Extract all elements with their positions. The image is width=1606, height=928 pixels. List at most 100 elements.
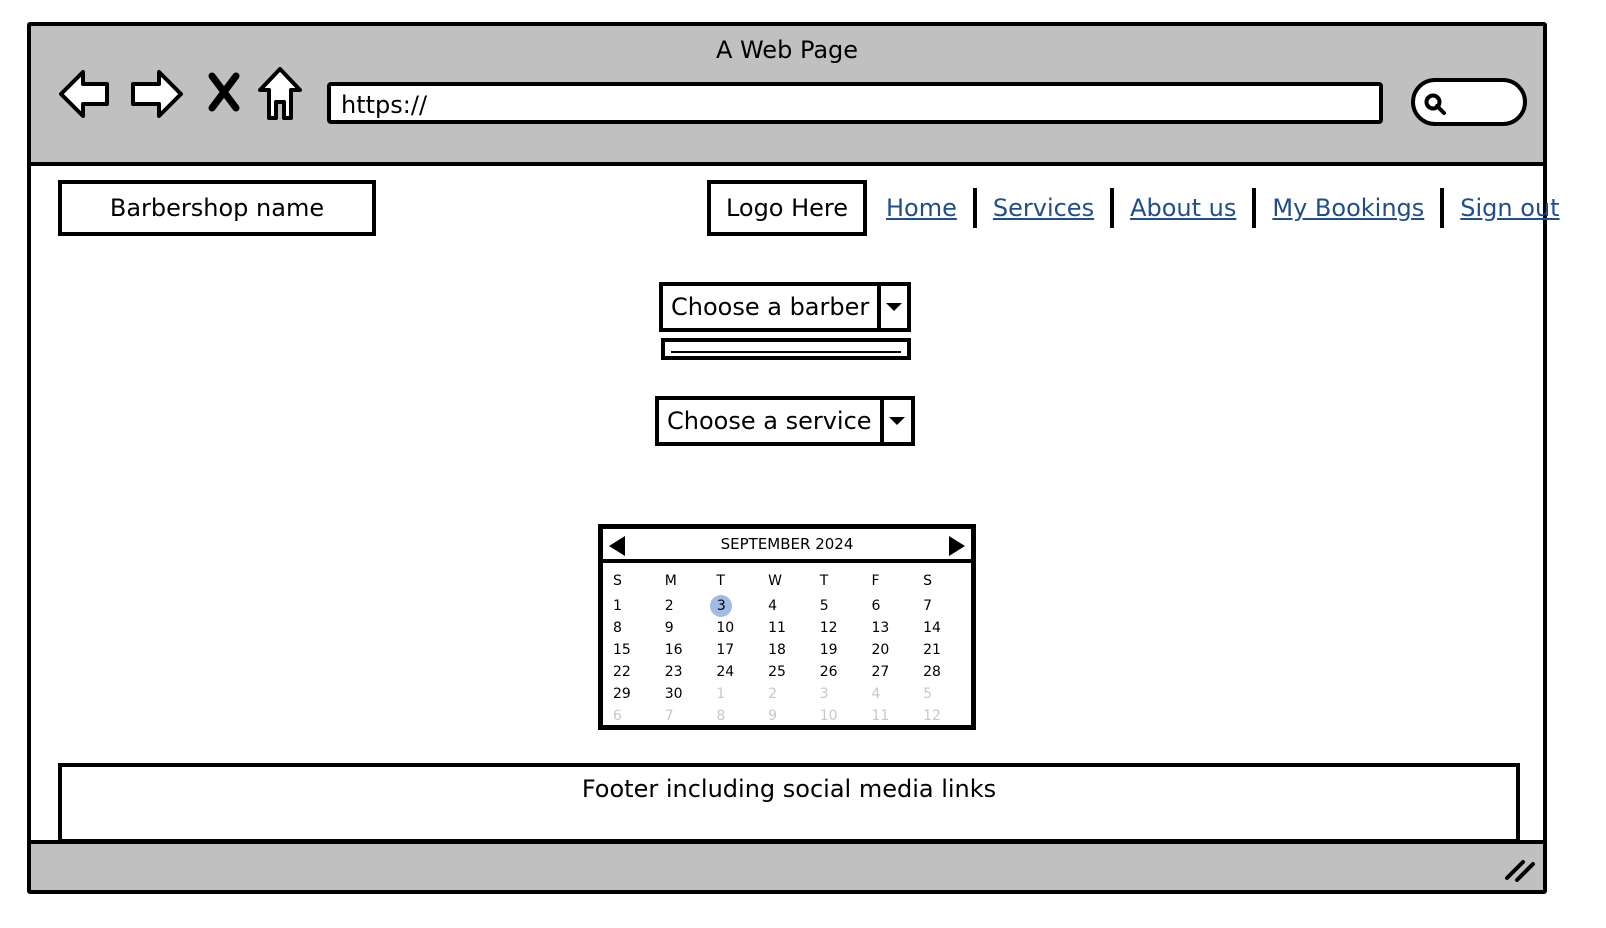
calendar-day[interactable]: 17 [710, 642, 762, 658]
calendar-day-selected[interactable]: 3 [710, 595, 762, 617]
stop-icon[interactable] [207, 72, 241, 112]
calendar-weekday-row: SMTWTFS [607, 567, 969, 595]
calendar-day[interactable]: 13 [865, 620, 917, 636]
next-month-icon[interactable] [947, 535, 967, 557]
barber-select-label: Choose a barber [671, 293, 870, 321]
calendar-day-number: 5 [923, 686, 933, 702]
calendar-day[interactable]: 10 [710, 620, 762, 636]
logo-text: Logo Here [725, 194, 849, 222]
back-arrow-icon[interactable] [57, 68, 113, 120]
calendar-day-number: 3 [710, 595, 733, 617]
barber-select-list[interactable] [661, 338, 911, 360]
calendar-week-row: 6 7 8 9 10 11 12 [607, 705, 969, 727]
browser-window: A Web Page https:// Barbershop name Logo… [27, 22, 1560, 894]
resize-grip-icon[interactable] [1503, 856, 1537, 882]
calendar-day-number: 20 [871, 642, 890, 658]
calendar-day-number: 10 [716, 620, 735, 636]
calendar-week-row: 22 23 24 25 26 27 28 [607, 661, 969, 683]
nav-link-about-us[interactable]: About us [1130, 194, 1236, 222]
calendar-day[interactable]: 23 [659, 664, 711, 680]
barber-select[interactable]: Choose a barber [659, 282, 911, 332]
url-text: https:// [341, 90, 428, 119]
chevron-down-icon[interactable] [877, 286, 907, 328]
calendar-day[interactable]: 2 [659, 598, 711, 614]
nav-link-sign-out[interactable]: Sign out [1460, 194, 1559, 222]
calendar-month-label: SEPTEMBER 2024 [720, 535, 854, 553]
calendar-day-number: 13 [871, 620, 890, 636]
brand-name: Barbershop name [109, 194, 325, 222]
previous-month-icon[interactable] [607, 535, 627, 557]
calendar-day[interactable]: 4 [762, 598, 814, 614]
url-input[interactable]: https:// [327, 82, 1383, 124]
calendar-day[interactable]: 8 [710, 708, 762, 724]
calendar-day-number: 16 [664, 642, 683, 658]
calendar-day-number: 18 [768, 642, 786, 658]
nav-divider [1252, 188, 1257, 228]
calendar-day-number: 4 [871, 686, 881, 702]
weekday-label: W [768, 573, 782, 589]
calendar-day-number: 4 [768, 598, 777, 614]
calendar-header: SEPTEMBER 2024 [603, 529, 971, 563]
brand-box: Barbershop name [58, 180, 376, 236]
window-title: A Web Page [715, 36, 859, 64]
nav-link-my-bookings[interactable]: My Bookings [1272, 194, 1424, 222]
service-select-label: Choose a service [667, 407, 872, 435]
calendar-day[interactable]: 8 [607, 620, 659, 636]
calendar-day-number: 27 [871, 664, 890, 680]
calendar-day-number: 24 [716, 664, 735, 680]
service-select[interactable]: Choose a service [655, 396, 915, 446]
calendar-day[interactable]: 27 [865, 664, 917, 680]
calendar-day[interactable]: 29 [607, 686, 659, 702]
calendar-day-number: 9 [768, 708, 777, 724]
home-icon[interactable] [257, 66, 303, 122]
calendar-day-number: 30 [664, 686, 683, 702]
nav-divider [1440, 188, 1445, 228]
calendar-day[interactable]: 30 [659, 686, 711, 702]
calendar-day[interactable]: 21 [917, 642, 969, 658]
calendar-day[interactable]: 3 [814, 686, 866, 702]
calendar-day[interactable]: 2 [762, 686, 814, 702]
calendar-day[interactable]: 10 [814, 708, 866, 724]
calendar-day[interactable]: 25 [762, 664, 814, 680]
calendar-day-number: 1 [613, 598, 622, 614]
search-field[interactable] [1411, 78, 1527, 126]
nav-link-home[interactable]: Home [886, 194, 957, 222]
calendar-week-row: 29 30 1 2 3 4 5 [607, 683, 969, 705]
calendar-day[interactable]: 6 [865, 598, 917, 614]
calendar-day-number: 12 [923, 708, 941, 724]
weekday-label: M [664, 573, 677, 589]
calendar-day-number: 1 [716, 686, 726, 702]
forward-arrow-icon[interactable] [127, 68, 185, 120]
calendar-day[interactable]: 5 [814, 598, 866, 614]
calendar-day[interactable]: 7 [917, 598, 969, 614]
calendar-day[interactable]: 16 [659, 642, 711, 658]
nav-link-services[interactable]: Services [993, 194, 1094, 222]
calendar-day[interactable]: 5 [917, 686, 969, 702]
calendar-day[interactable]: 18 [762, 642, 814, 658]
calendar-day[interactable]: 12 [814, 620, 866, 636]
calendar-day[interactable]: 4 [865, 686, 917, 702]
calendar-day[interactable]: 11 [762, 620, 814, 636]
calendar-day[interactable]: 9 [762, 708, 814, 724]
calendar-day[interactable]: 14 [917, 620, 969, 636]
weekday-label: S [613, 573, 622, 589]
main-nav: Home Services About us My Bookings Sign … [886, 186, 1560, 230]
calendar-day[interactable]: 15 [607, 642, 659, 658]
calendar-day[interactable]: 1 [710, 686, 762, 702]
calendar-day-number: 29 [613, 686, 631, 702]
calendar-day[interactable]: 6 [607, 708, 659, 724]
calendar-day[interactable]: 7 [659, 708, 711, 724]
calendar-day-number: 23 [664, 664, 683, 680]
calendar-day[interactable]: 11 [865, 708, 917, 724]
chevron-down-icon[interactable] [879, 400, 911, 442]
calendar-day[interactable]: 20 [865, 642, 917, 658]
calendar-day[interactable]: 9 [659, 620, 711, 636]
calendar-day[interactable]: 26 [814, 664, 866, 680]
calendar-day-number: 25 [768, 664, 786, 680]
calendar-day[interactable]: 1 [607, 598, 659, 614]
calendar-day[interactable]: 28 [917, 664, 969, 680]
calendar-day[interactable]: 12 [917, 708, 969, 724]
calendar-day[interactable]: 19 [814, 642, 866, 658]
calendar-day[interactable]: 24 [710, 664, 762, 680]
calendar-day[interactable]: 22 [607, 664, 659, 680]
